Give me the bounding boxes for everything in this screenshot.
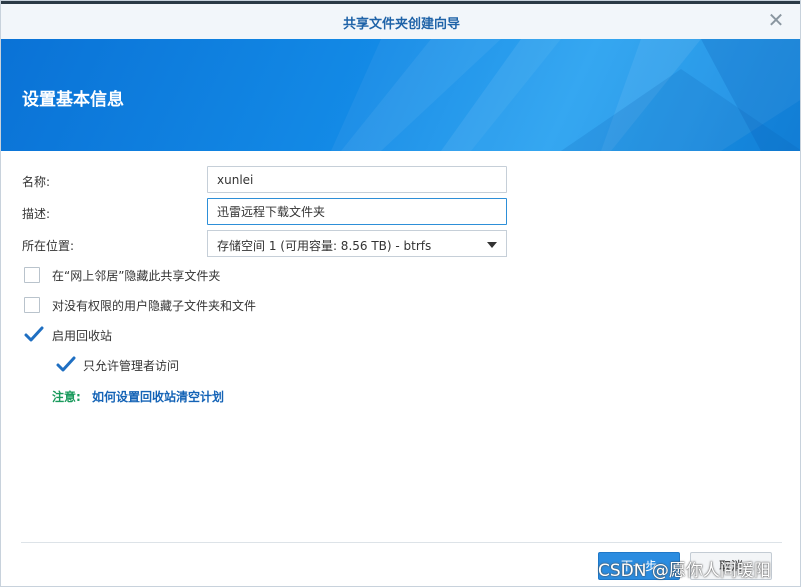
admin-only-checkbox[interactable]: [56, 356, 76, 373]
name-label: 名称:: [22, 175, 51, 189]
checkmark-icon: [56, 356, 76, 372]
title-bar: 共享文件夹创建向导 ✕: [1, 4, 800, 40]
location-selected-value: 存储空间 1 (可用容量: 8.56 TB) - btrfs: [217, 239, 432, 253]
next-button[interactable]: 下一步: [598, 552, 680, 580]
recycle-bin-schedule-link[interactable]: 如何设置回收站清空计划: [92, 388, 224, 405]
enable-recycle-bin-checkbox[interactable]: [24, 326, 44, 343]
note-prefix: 注意:: [52, 390, 81, 404]
step-title: 设置基本信息: [22, 90, 124, 110]
name-input[interactable]: [207, 166, 507, 193]
description-input[interactable]: [207, 198, 507, 225]
chevron-down-icon: [487, 242, 497, 248]
hide-in-network-checkbox[interactable]: [24, 267, 40, 283]
hide-in-network-label: 在“网上邻居”隐藏此共享文件夹: [52, 269, 221, 283]
dialog-title: 共享文件夹创建向导: [342, 17, 460, 32]
admin-only-label: 只允许管理者访问: [83, 359, 180, 373]
location-label: 所在位置:: [22, 239, 75, 253]
header-banner: 设置基本信息: [1, 39, 800, 151]
hide-subfolders-label: 对没有权限的用户隐藏子文件夹和文件: [52, 299, 257, 313]
cancel-button[interactable]: 取消: [690, 552, 772, 580]
footer-divider: [21, 542, 782, 543]
description-label: 描述:: [22, 207, 51, 221]
close-icon[interactable]: ✕: [766, 10, 786, 30]
enable-recycle-bin-label: 启用回收站: [52, 329, 113, 343]
shared-folder-wizard-dialog: 共享文件夹创建向导 ✕ 设置基本信息 名称: 描述: 所在位置: 存储空间 1 …: [0, 0, 801, 587]
location-select[interactable]: 存储空间 1 (可用容量: 8.56 TB) - btrfs: [207, 230, 507, 257]
checkmark-icon: [24, 326, 44, 342]
hide-subfolders-checkbox[interactable]: [24, 297, 40, 313]
